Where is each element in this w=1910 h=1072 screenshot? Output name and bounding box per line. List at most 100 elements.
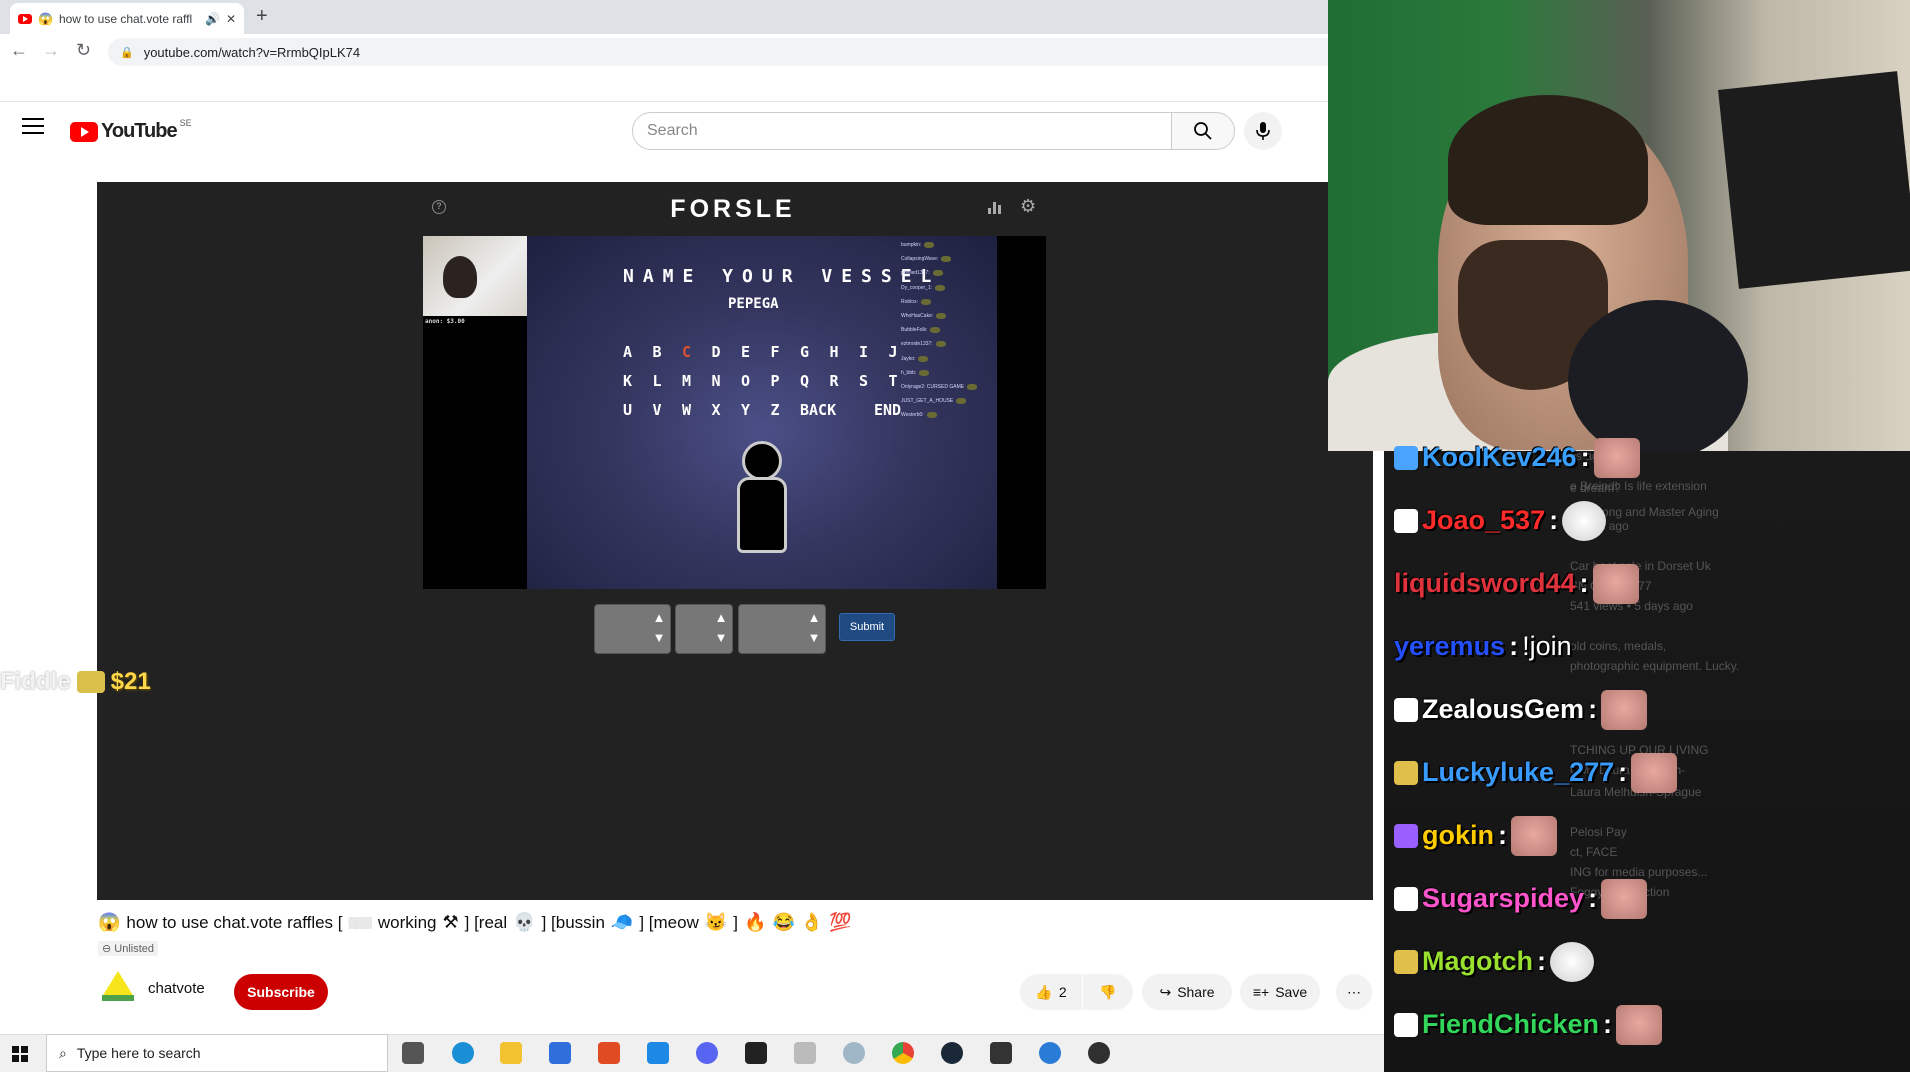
chat-separator: : <box>1603 1009 1613 1039</box>
url-text: youtube.com/watch?v=RrmbQIpLK74 <box>143 44 361 60</box>
forward-icon[interactable]: → <box>42 40 60 61</box>
video-title: 😱 how to use chat.vote raffles [ ▒▒▒ wor… <box>98 912 852 933</box>
ok-hand-emoji-icon: 👌 <box>800 912 824 932</box>
chat-badge-icon <box>1394 445 1418 470</box>
file-explorer-icon[interactable] <box>500 1042 522 1064</box>
letter-key[interactable]: K <box>623 372 653 390</box>
taskbar-search-input[interactable]: ⌕ Type here to search <box>46 1034 388 1072</box>
hamburger-menu-icon[interactable] <box>22 118 44 139</box>
number-spinner-3[interactable]: ▲ ▼ <box>738 604 826 654</box>
obs-icon[interactable] <box>1088 1042 1110 1064</box>
discord-icon[interactable] <box>696 1042 718 1064</box>
share-button[interactable]: ↪ Share <box>1142 974 1232 1010</box>
letter-key[interactable]: S <box>859 372 889 390</box>
voice-search-button[interactable] <box>1244 112 1282 150</box>
letter-key[interactable]: M <box>682 372 712 390</box>
letter-key[interactable]: X <box>712 401 742 419</box>
letter-key[interactable]: Y <box>741 401 771 419</box>
letter-key[interactable]: E <box>741 343 771 361</box>
letter-key[interactable]: G <box>800 343 830 361</box>
search-input[interactable]: Search <box>632 112 1172 150</box>
mail-icon[interactable] <box>647 1042 669 1064</box>
speaker-icon[interactable]: 🔊 <box>205 12 220 26</box>
submit-button[interactable]: Submit <box>839 613 895 641</box>
letter-key[interactable]: N <box>712 372 742 390</box>
letter-key[interactable]: F <box>771 343 801 361</box>
chat-username[interactable]: FiendChicken <box>1422 1009 1599 1040</box>
app-icon[interactable] <box>843 1042 865 1064</box>
dislike-button[interactable]: 👎 <box>1083 974 1133 1010</box>
app-window-icon[interactable] <box>794 1042 816 1064</box>
chat-username[interactable]: Sugarspidey <box>1422 883 1584 914</box>
channel-name[interactable]: chatvote <box>148 980 205 997</box>
stats-icon[interactable] <box>988 202 1002 214</box>
reload-icon[interactable]: ↻ <box>76 40 91 61</box>
search-placeholder: Search <box>647 122 698 139</box>
windows-start-icon[interactable] <box>12 1046 28 1062</box>
steam-icon[interactable] <box>941 1042 963 1064</box>
edge-icon[interactable] <box>452 1042 474 1064</box>
epic-games-icon[interactable] <box>745 1042 767 1064</box>
letter-key[interactable]: W <box>682 401 712 419</box>
chat-line: KoolKev246: <box>1394 426 1910 489</box>
new-tab-icon[interactable]: + <box>256 5 268 28</box>
mini-chat-line: Roblox: <box>901 295 1011 309</box>
app-icon[interactable] <box>1039 1042 1061 1064</box>
donation-alert: Fiddle $21 <box>0 668 151 696</box>
channel-avatar[interactable] <box>98 967 138 1007</box>
chrome-icon[interactable] <box>892 1042 914 1064</box>
letter-key[interactable]: D <box>712 343 742 361</box>
chat-username[interactable]: KoolKev246 <box>1422 442 1577 473</box>
search-button[interactable] <box>1171 112 1235 150</box>
app-icon[interactable] <box>990 1042 1012 1064</box>
back-icon[interactable]: ← <box>10 40 28 61</box>
letter-key[interactable]: A <box>623 343 653 361</box>
chat-username[interactable]: Luckyluke_277 <box>1422 757 1614 788</box>
chat-username[interactable]: gokin <box>1422 820 1494 851</box>
letter-key[interactable]: B <box>653 343 683 361</box>
youtube-favicon-icon <box>18 13 32 24</box>
visibility-badge: ⊖ Unlisted <box>98 941 159 956</box>
chat-username[interactable]: Joao_537 <box>1422 505 1545 536</box>
save-button[interactable]: ≡+ Save <box>1240 974 1320 1010</box>
number-spinner-1[interactable]: ▲ ▼ <box>594 604 671 654</box>
mini-chat-line: Dy_cooper_1: <box>901 281 1011 295</box>
redacted-icon: ▒▒▒ <box>348 916 372 929</box>
chat-separator: : <box>1537 946 1546 976</box>
chat-username[interactable]: Magotch <box>1422 946 1533 977</box>
gear-icon[interactable]: ⚙ <box>1020 196 1036 217</box>
letter-key[interactable]: P <box>771 372 801 390</box>
back-key[interactable]: BACK <box>800 401 874 419</box>
letter-key[interactable]: Z <box>771 401 801 419</box>
help-icon[interactable]: ? <box>432 200 446 214</box>
face-emote-icon <box>1593 437 1640 478</box>
letter-key[interactable]: Q <box>800 372 830 390</box>
chat-username[interactable]: ZealousGem <box>1422 694 1584 725</box>
office-icon[interactable] <box>598 1042 620 1064</box>
title-text: ] <box>733 912 739 932</box>
letter-key[interactable]: L <box>653 372 683 390</box>
chat-separator: : <box>1588 883 1598 913</box>
letter-key[interactable]: U <box>623 401 653 419</box>
more-actions-button[interactable]: ⋯ <box>1336 974 1372 1010</box>
task-view-icon[interactable] <box>402 1042 424 1064</box>
subscribe-button[interactable]: Subscribe <box>234 974 328 1010</box>
store-icon[interactable] <box>549 1042 571 1064</box>
browser-tab[interactable]: 😱 how to use chat.vote raffl 🔊 ✕ <box>10 3 244 34</box>
letter-row-3: U V W X Y Z BACK END <box>623 401 914 419</box>
letter-key[interactable]: I <box>859 343 889 361</box>
letter-key[interactable]: R <box>830 372 860 390</box>
youtube-logo[interactable]: YouTube SE <box>70 118 192 143</box>
chat-username[interactable]: yeremus <box>1394 631 1505 662</box>
letter-key[interactable]: O <box>741 372 771 390</box>
letter-key[interactable]: H <box>830 343 860 361</box>
letter-key-selected[interactable]: C <box>682 343 712 361</box>
number-spinner-2[interactable]: ▲ ▼ <box>675 604 733 654</box>
chat-line: liquidsword44: <box>1394 552 1910 615</box>
chat-separator: : <box>1588 694 1598 724</box>
like-button[interactable]: 👍 2 <box>1020 974 1082 1010</box>
chat-username[interactable]: liquidsword44 <box>1394 568 1576 599</box>
letter-key[interactable]: V <box>653 401 683 419</box>
close-tab-icon[interactable]: ✕ <box>226 12 236 26</box>
url-field[interactable]: 🔒 youtube.com/watch?v=RrmbQIpLK74 <box>108 38 1328 66</box>
